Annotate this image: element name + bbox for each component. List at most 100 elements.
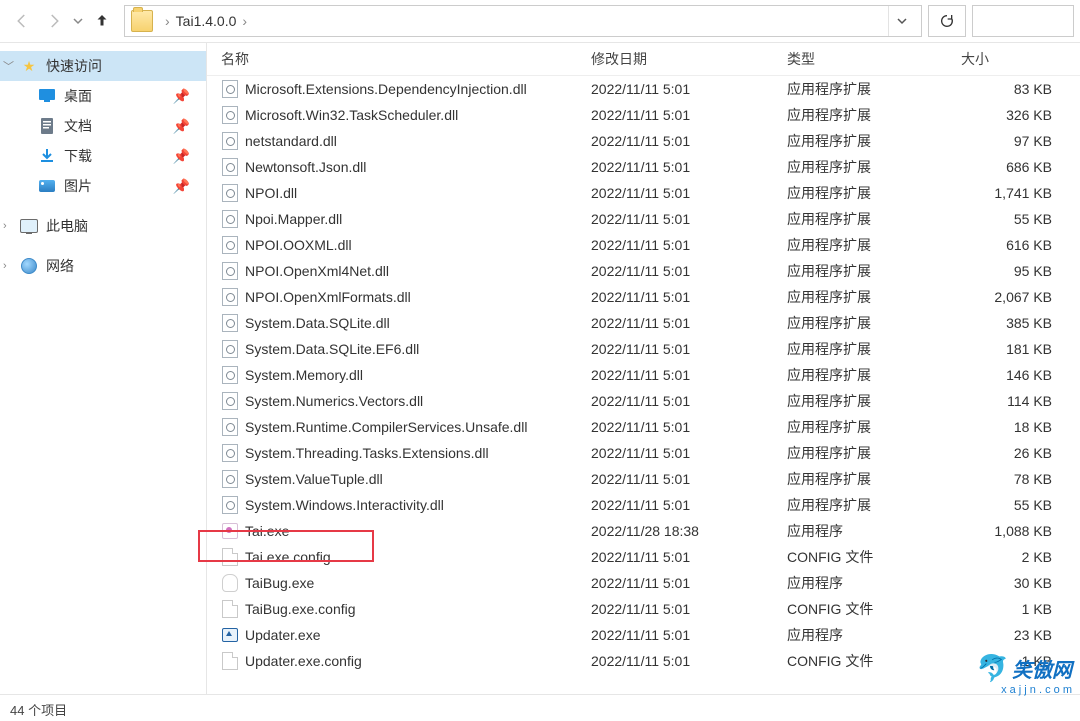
- file-type: 应用程序扩展: [787, 287, 961, 307]
- pc-icon: [20, 217, 38, 235]
- expand-icon[interactable]: ›: [3, 220, 7, 232]
- dll-gear-icon: [221, 184, 239, 202]
- column-header-name[interactable]: 名称: [207, 49, 591, 69]
- sidebar-item-thispc[interactable]: › 此电脑: [0, 211, 206, 241]
- column-header-size[interactable]: 大小: [961, 49, 1080, 69]
- file-date: 2022/11/11 5:01: [591, 575, 787, 591]
- nav-history-dropdown[interactable]: [70, 13, 86, 29]
- file-name: NPOI.dll: [245, 185, 297, 201]
- file-type: 应用程序扩展: [787, 495, 961, 515]
- file-row[interactable]: System.Memory.dll2022/11/11 5:01应用程序扩展14…: [207, 362, 1080, 388]
- file-row[interactable]: System.ValueTuple.dll2022/11/11 5:01应用程序…: [207, 466, 1080, 492]
- file-row[interactable]: TaiBug.exe.config2022/11/11 5:01CONFIG 文…: [207, 596, 1080, 622]
- file-name: Updater.exe.config: [245, 653, 362, 669]
- file-row[interactable]: Npoi.Mapper.dll2022/11/11 5:01应用程序扩展55 K…: [207, 206, 1080, 232]
- refresh-button[interactable]: [928, 5, 966, 37]
- file-row[interactable]: Updater.exe.config2022/11/11 5:01CONFIG …: [207, 648, 1080, 674]
- file-date: 2022/11/11 5:01: [591, 133, 787, 149]
- sidebar-item-label: 此电脑: [46, 216, 206, 236]
- file-date: 2022/11/11 5:01: [591, 315, 787, 331]
- file-name: netstandard.dll: [245, 133, 337, 149]
- file-type: 应用程序扩展: [787, 157, 961, 177]
- file-size: 1,088 KB: [961, 523, 1080, 539]
- address-dropdown-icon[interactable]: [888, 6, 915, 36]
- expand-icon[interactable]: ›: [3, 260, 7, 272]
- bug-icon: [221, 574, 239, 592]
- file-name: NPOI.OpenXmlFormats.dll: [245, 289, 411, 305]
- nav-forward-button[interactable]: [38, 5, 70, 37]
- upd-icon: [221, 626, 239, 644]
- file-row[interactable]: System.Numerics.Vectors.dll 2022/11/11 5:…: [207, 388, 1080, 414]
- file-row[interactable]: System.Windows.Interactivity.dll2022/11/…: [207, 492, 1080, 518]
- desktop-icon: [38, 87, 56, 105]
- sidebar-item-downloads[interactable]: 下载 📌: [0, 141, 206, 171]
- file-type: 应用程序扩展: [787, 391, 961, 411]
- file-date: 2022/11/11 5:01: [591, 211, 787, 227]
- file-type: 应用程序扩展: [787, 469, 961, 489]
- sidebar-item-network[interactable]: › 网络: [0, 251, 206, 281]
- address-field[interactable]: › Tai1.4.0.0 ›: [124, 5, 922, 37]
- file-name: System.Memory.dll: [245, 367, 363, 383]
- expand-icon[interactable]: ﹀: [3, 58, 14, 74]
- file-type: 应用程序扩展: [787, 235, 961, 255]
- file-row[interactable]: System.Runtime.CompilerServices.Unsafe.d…: [207, 414, 1080, 440]
- file-name: System.Threading.Tasks.Extensions.dll: [245, 445, 489, 461]
- file-row[interactable]: System.Data.SQLite.EF6.dll2022/11/11 5:0…: [207, 336, 1080, 362]
- watermark: 🐬 笑傲网 x a j j n . c o m: [977, 653, 1072, 697]
- dll-gear-icon: [221, 210, 239, 228]
- search-input[interactable]: [972, 5, 1074, 37]
- file-row[interactable]: netstandard.dll2022/11/11 5:01应用程序扩展97 K…: [207, 128, 1080, 154]
- file-row[interactable]: NPOI.OpenXmlFormats.dll 2022/11/11 5:01应用…: [207, 284, 1080, 310]
- file-row[interactable]: NPOI.dll2022/11/11 5:01应用程序扩展1,741 KB: [207, 180, 1080, 206]
- sidebar-item-documents[interactable]: 文档 📌: [0, 111, 206, 141]
- file-size: 95 KB: [961, 263, 1080, 279]
- sidebar-item-desktop[interactable]: 桌面 📌: [0, 81, 206, 111]
- file-row[interactable]: NPOI.OpenXml4Net.dll2022/11/11 5:01应用程序扩…: [207, 258, 1080, 284]
- nav-back-button[interactable]: [6, 5, 38, 37]
- file-size: 78 KB: [961, 471, 1080, 487]
- column-headers: 名称 修改日期 类型 大小: [207, 43, 1080, 76]
- folder-icon: [131, 10, 153, 32]
- breadcrumb-segment[interactable]: Tai1.4.0.0: [176, 13, 237, 29]
- file-name: Updater.exe: [245, 627, 321, 643]
- file-type: 应用程序扩展: [787, 339, 961, 359]
- file-date: 2022/11/11 5:01: [591, 185, 787, 201]
- file-pane: 名称 修改日期 类型 大小 Microsoft.Extensions.Depen…: [207, 43, 1080, 694]
- file-row[interactable]: System.Data.SQLite.dll2022/11/11 5:01应用程…: [207, 310, 1080, 336]
- file-name: System.ValueTuple.dll: [245, 471, 383, 487]
- file-row[interactable]: Microsoft.Win32.TaskScheduler.dll2022/11…: [207, 102, 1080, 128]
- file-name: System.Numerics.Vectors.dll: [245, 393, 423, 409]
- sidebar-item-quickaccess[interactable]: ﹀ ★ 快速访问: [0, 51, 206, 81]
- file-name: System.Data.SQLite.dll: [245, 315, 390, 331]
- pin-icon: 📌: [173, 178, 190, 195]
- file-row[interactable]: Updater.exe2022/11/11 5:01应用程序23 KB: [207, 622, 1080, 648]
- dll-gear-icon: [221, 366, 239, 384]
- file-type: 应用程序扩展: [787, 443, 961, 463]
- file-row[interactable]: Tai.exe2022/11/28 18:38应用程序1,088 KB: [207, 518, 1080, 544]
- file-size: 616 KB: [961, 237, 1080, 253]
- file-row[interactable]: Tai.exe.config2022/11/11 5:01CONFIG 文件2 …: [207, 544, 1080, 570]
- file-type: 应用程序: [787, 521, 961, 541]
- column-header-type[interactable]: 类型: [787, 49, 961, 69]
- column-header-date[interactable]: 修改日期: [591, 49, 787, 69]
- nav-up-button[interactable]: [86, 5, 118, 37]
- file-name: Npoi.Mapper.dll: [245, 211, 342, 227]
- sidebar-item-pictures[interactable]: 图片 📌: [0, 171, 206, 201]
- file-list: Microsoft.Extensions.DependencyInjection…: [207, 76, 1080, 694]
- file-row[interactable]: TaiBug.exe2022/11/11 5:01应用程序30 KB: [207, 570, 1080, 596]
- file-date: 2022/11/11 5:01: [591, 289, 787, 305]
- file-row[interactable]: System.Threading.Tasks.Extensions.dll202…: [207, 440, 1080, 466]
- exe-icon: [221, 522, 239, 540]
- file-size: 83 KB: [961, 81, 1080, 97]
- file-date: 2022/11/11 5:01: [591, 237, 787, 253]
- file-row[interactable]: NPOI.OOXML.dll 2022/11/11 5:01应用程序扩展616 K…: [207, 232, 1080, 258]
- file-size: 55 KB: [961, 211, 1080, 227]
- file-size: 326 KB: [961, 107, 1080, 123]
- file-date: 2022/11/11 5:01: [591, 393, 787, 409]
- file-row[interactable]: Microsoft.Extensions.DependencyInjection…: [207, 76, 1080, 102]
- status-bar: 44 个项目: [0, 694, 1080, 721]
- file-name: NPOI.OOXML.dll: [245, 237, 352, 253]
- file-row[interactable]: Newtonsoft.Json.dll2022/11/11 5:01应用程序扩展…: [207, 154, 1080, 180]
- file-name: Newtonsoft.Json.dll: [245, 159, 366, 175]
- chevron-right-icon: ›: [242, 13, 247, 29]
